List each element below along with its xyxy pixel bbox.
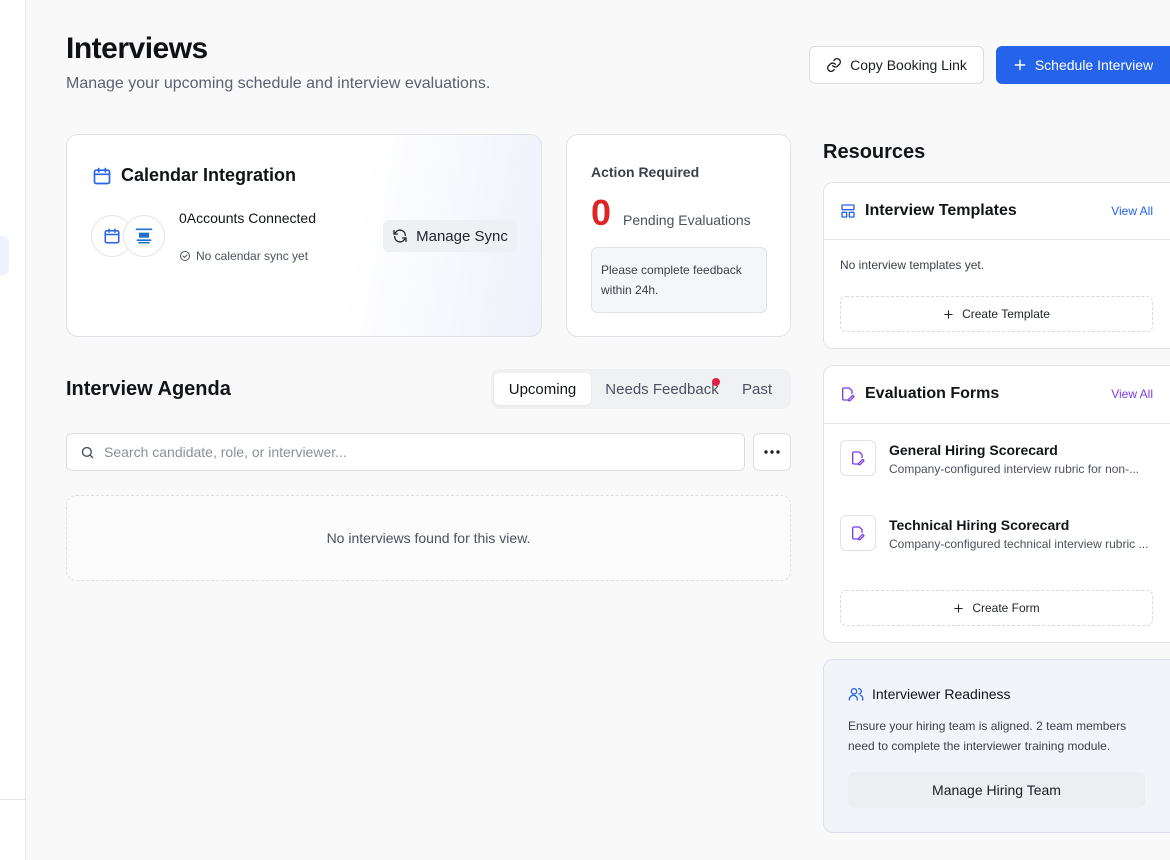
form-item-technical[interactable]: Technical Hiring Scorecard Company-confi… <box>840 515 1153 555</box>
templates-empty-text: No interview templates yet. <box>840 258 985 272</box>
plus-icon <box>953 603 964 614</box>
schedule-interview-button[interactable]: Schedule Interview <box>996 46 1170 84</box>
link-icon <box>826 57 842 73</box>
calendar-integration-title: Calendar Integration <box>121 165 297 185</box>
plus-icon <box>943 309 954 320</box>
tab-past[interactable]: Past <box>731 373 783 405</box>
manage-sync-label: Manage Sync <box>416 227 508 245</box>
needs-feedback-dot <box>712 378 720 386</box>
search-box <box>66 433 745 471</box>
tab-needs-feedback-label: Needs Feedback <box>605 380 719 398</box>
form-icon <box>840 515 876 551</box>
interview-templates-title: Interview Templates <box>865 202 1017 219</box>
tab-upcoming[interactable]: Upcoming <box>494 373 591 405</box>
create-template-label: Create Template <box>962 307 1050 321</box>
form-description: Company-configured interview rubric for … <box>889 462 1140 476</box>
calendar-icon <box>103 227 121 245</box>
pending-evaluations-label: Pending Evaluations <box>623 212 751 228</box>
forms-view-all-link[interactable]: View All <box>1111 387 1153 401</box>
schedule-interview-label: Schedule Interview <box>1034 57 1154 73</box>
form-item-general[interactable]: General Hiring Scorecard Company-configu… <box>840 440 1153 480</box>
accounts-connected: 0Accounts Connected <box>179 210 316 226</box>
create-template-button[interactable]: Create Template <box>840 296 1153 332</box>
tab-needs-feedback[interactable]: Needs Feedback <box>599 373 725 405</box>
form-name: Technical Hiring Scorecard <box>889 517 1070 533</box>
refresh-icon <box>392 228 408 244</box>
agenda-title: Interview Agenda <box>66 378 231 400</box>
sidebar <box>0 0 26 860</box>
empty-interviews: No interviews found for this view. <box>66 495 791 581</box>
agenda-tabs: Upcoming Needs Feedback Past <box>491 369 791 409</box>
more-horizontal-icon <box>764 450 780 454</box>
search-icon <box>80 445 95 460</box>
sidebar-divider <box>0 799 26 800</box>
copy-booking-link-button[interactable]: Copy Booking Link <box>809 46 984 84</box>
outlook-icon <box>134 226 154 246</box>
templates-view-all-link[interactable]: View All <box>1111 204 1153 218</box>
forms-divider <box>824 423 1170 424</box>
action-required-label: Action Required <box>591 164 700 180</box>
create-form-button[interactable]: Create Form <box>840 590 1153 626</box>
edit-document-icon <box>850 450 866 466</box>
evaluation-forms-title: Evaluation Forms <box>865 385 1000 402</box>
form-description: Company-configured technical interview r… <box>889 537 1149 551</box>
evaluation-forms-card: Evaluation Forms View All General Hiring… <box>823 365 1170 643</box>
resources-title: Resources <box>823 141 926 163</box>
interview-templates-card: Interview Templates View All No intervie… <box>823 182 1170 349</box>
manage-hiring-team-button[interactable]: Manage Hiring Team <box>848 772 1145 808</box>
templates-divider <box>824 239 1170 240</box>
copy-booking-link-label: Copy Booking Link <box>850 57 967 73</box>
search-input[interactable] <box>104 444 724 460</box>
users-icon <box>848 686 864 702</box>
page-subtitle: Manage your upcoming schedule and interv… <box>66 75 491 92</box>
plus-icon <box>1013 58 1027 72</box>
calendar-providers <box>91 215 171 257</box>
feedback-note: Please complete feedback within 24h. <box>591 247 767 313</box>
page-title: Interviews <box>66 32 208 65</box>
edit-document-icon <box>850 525 866 541</box>
sync-status-text: No calendar sync yet <box>196 249 309 263</box>
empty-interviews-text: No interviews found for this view. <box>326 530 531 546</box>
edit-document-icon <box>840 386 856 402</box>
calendar-icon <box>92 166 112 186</box>
interviewer-readiness-card: Interviewer Readiness Ensure your hiring… <box>823 659 1170 833</box>
form-name: General Hiring Scorecard <box>889 442 1058 458</box>
readiness-title: Interviewer Readiness <box>872 686 1011 702</box>
create-form-label: Create Form <box>972 601 1040 615</box>
check-circle-icon <box>179 250 191 262</box>
pending-count: 0 <box>591 192 612 233</box>
layout-grid-icon <box>840 203 856 219</box>
action-required-card: Action Required 0 Pending Evaluations Pl… <box>566 134 791 337</box>
outlook-calendar-avatar <box>123 215 165 257</box>
readiness-text: Ensure your hiring team is aligned. 2 te… <box>848 719 1127 753</box>
form-icon <box>840 440 876 476</box>
sync-status: No calendar sync yet <box>179 249 308 263</box>
manage-sync-button[interactable]: Manage Sync <box>383 220 517 252</box>
sidebar-active-item[interactable] <box>0 236 9 275</box>
calendar-integration-card: Calendar Integration 0Accounts Connected… <box>66 134 542 337</box>
more-options-button[interactable] <box>753 433 791 471</box>
